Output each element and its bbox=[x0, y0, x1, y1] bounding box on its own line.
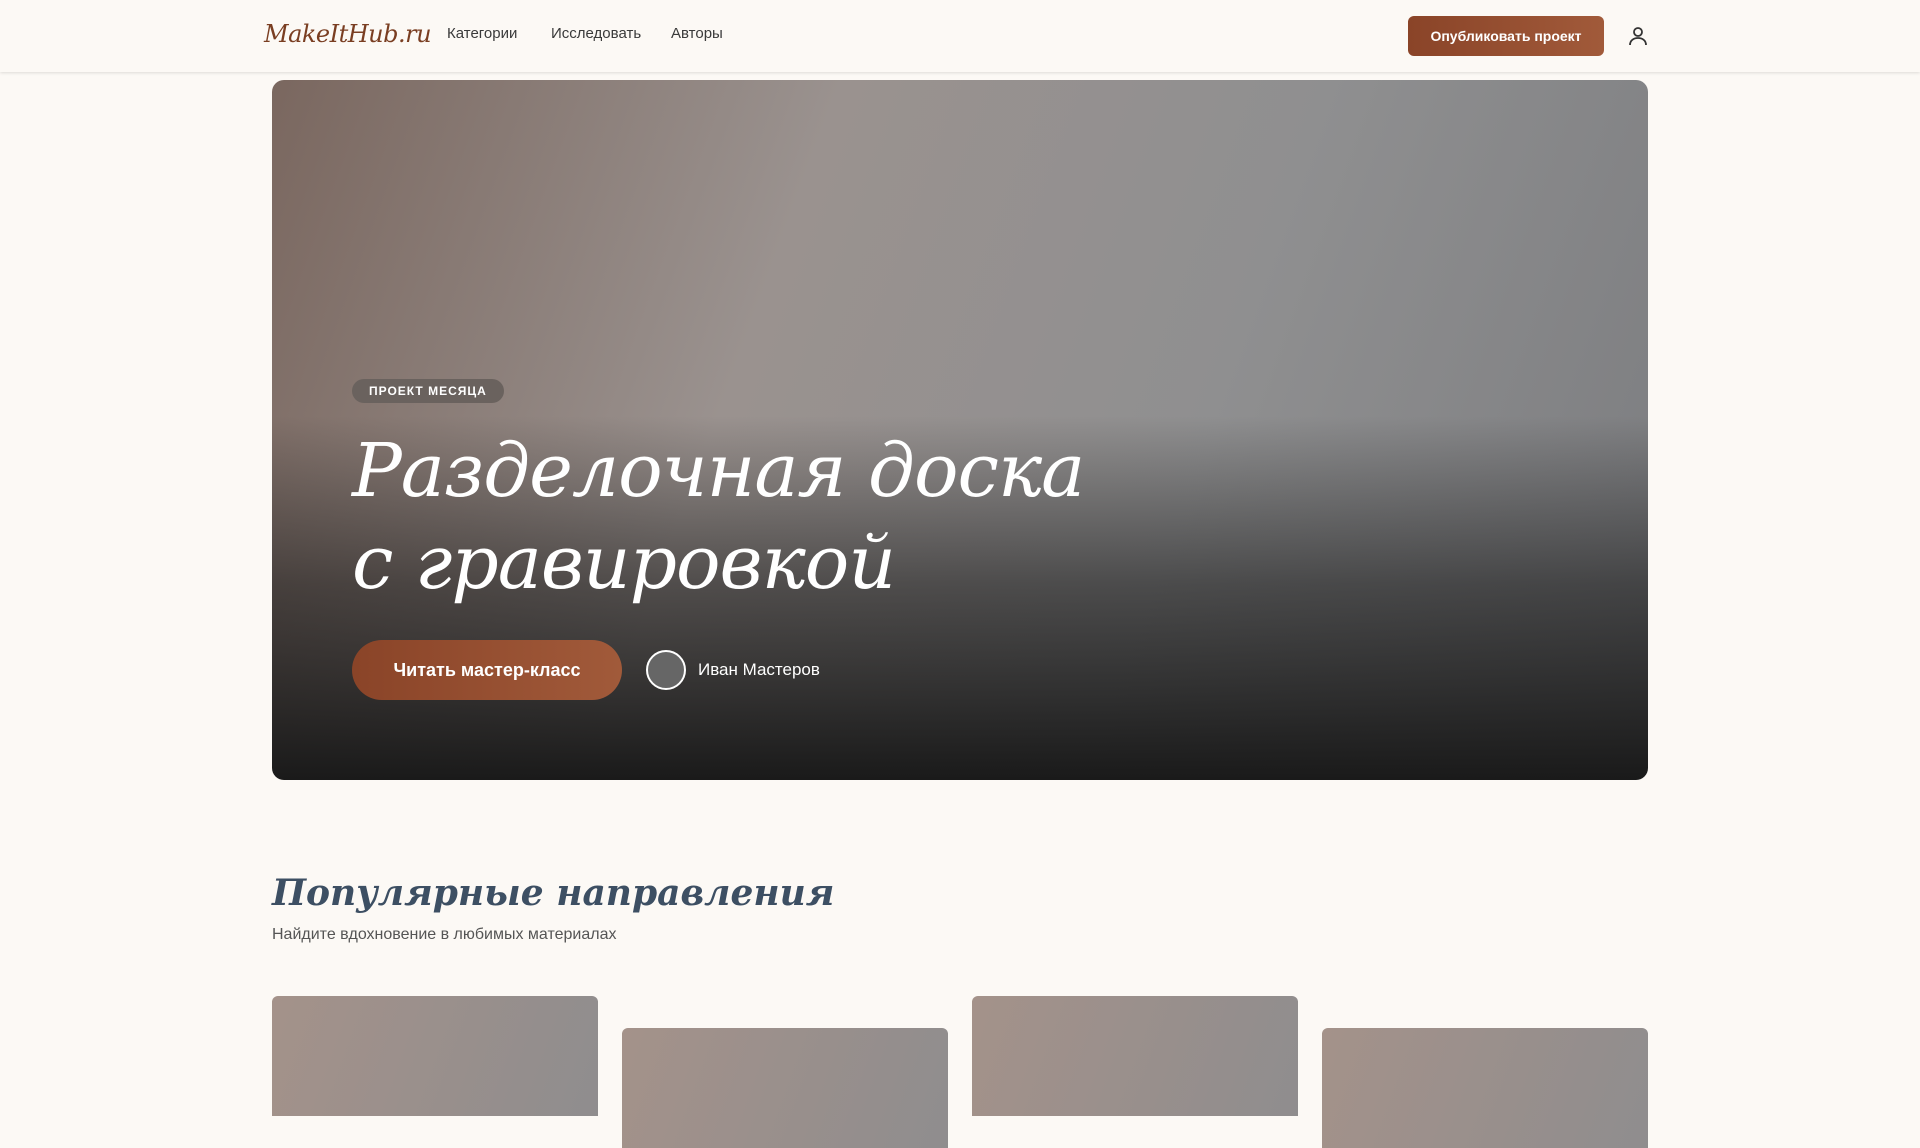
publish-project-button[interactable]: Опубликовать проект bbox=[1408, 16, 1604, 56]
nav-categories[interactable]: Категории bbox=[447, 25, 517, 42]
site-logo[interactable]: MakeItHub.ru bbox=[264, 20, 432, 48]
category-card[interactable] bbox=[1322, 1028, 1648, 1148]
nav-explore[interactable]: Исследовать bbox=[551, 25, 641, 42]
section-subtitle: Найдите вдохновение в любимых материалах bbox=[272, 926, 617, 943]
category-card[interactable] bbox=[972, 996, 1298, 1116]
user-profile-icon[interactable] bbox=[1626, 24, 1650, 48]
category-card[interactable] bbox=[272, 996, 598, 1116]
read-masterclass-button[interactable]: Читать мастер-класс bbox=[352, 640, 622, 700]
section-title: Популярные направления bbox=[272, 872, 835, 914]
project-of-month-badge: ПРОЕКТ МЕСЯЦА bbox=[352, 379, 504, 403]
hero-title: Разделочная доска с гравировкой bbox=[352, 428, 1085, 606]
category-card[interactable] bbox=[622, 1028, 948, 1148]
author-avatar[interactable] bbox=[646, 650, 686, 690]
featured-project-hero: ПРОЕКТ МЕСЯЦА Разделочная доска с гравир… bbox=[272, 80, 1648, 780]
author-name[interactable]: Иван Мастеров bbox=[698, 660, 820, 680]
nav-authors[interactable]: Авторы bbox=[671, 25, 723, 42]
top-navbar: MakeItHub.ru Категории Исследовать Автор… bbox=[0, 0, 1920, 72]
